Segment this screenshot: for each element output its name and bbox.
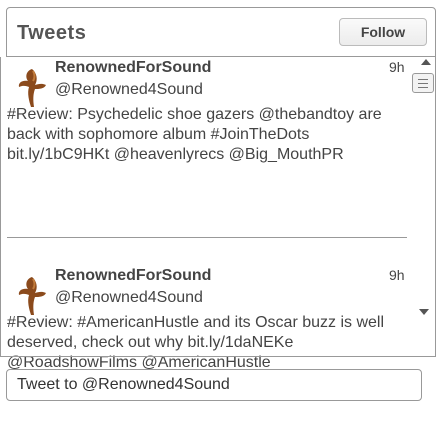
tweet-author-handle[interactable]: @Renowned4Sound xyxy=(55,289,203,307)
avatar-icon[interactable] xyxy=(13,273,51,317)
avatar-icon[interactable] xyxy=(13,65,51,109)
tweet-author-name[interactable]: RenownedForSound xyxy=(55,59,211,77)
widget-footer: Tweet to @Renowned4Sound xyxy=(0,356,436,427)
tweet-to-button[interactable]: Tweet to @Renowned4Sound xyxy=(6,369,422,401)
scrollbar-thumb[interactable] xyxy=(412,73,434,93)
tweet-timestamp[interactable]: 9h xyxy=(389,267,405,283)
widget-title: Tweets xyxy=(17,22,87,44)
tweet-text: #Review: Psychedelic shoe gazers @theban… xyxy=(7,106,382,163)
tweet-author-name[interactable]: RenownedForSound xyxy=(55,267,211,285)
twitter-widget: Tweets Follow RenownedForSound @Renowned… xyxy=(0,0,436,424)
tweet-author-handle[interactable]: @Renowned4Sound xyxy=(55,81,203,99)
scroll-up-arrow-icon[interactable] xyxy=(421,59,431,65)
scroll-down-arrow-icon[interactable] xyxy=(419,309,429,315)
tweet-divider xyxy=(7,237,407,238)
widget-header: Tweets Follow xyxy=(6,7,436,57)
follow-button[interactable]: Follow xyxy=(339,18,427,46)
tweet-feed[interactable]: RenownedForSound @Renowned4Sound 9h #Rev… xyxy=(0,57,436,371)
tweet-timestamp[interactable]: 9h xyxy=(389,59,405,75)
